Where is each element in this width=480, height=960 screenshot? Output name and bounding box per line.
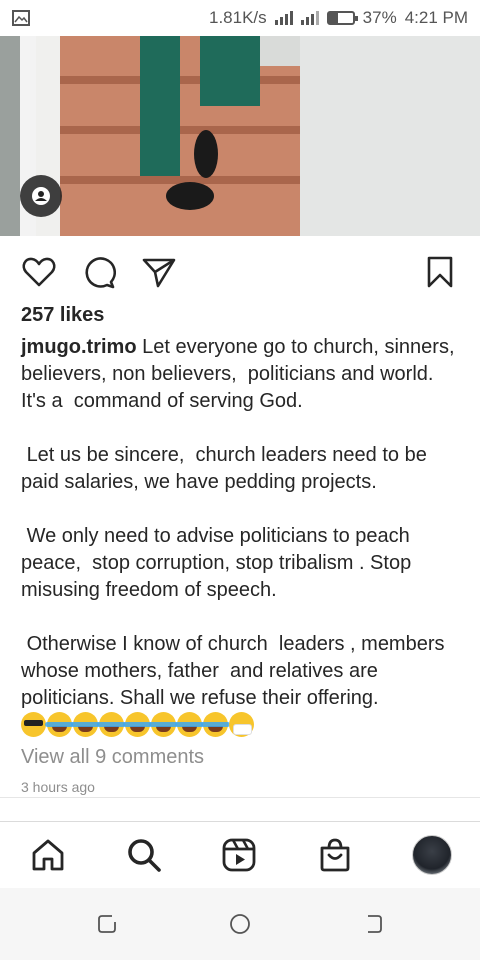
post-photo-image — [0, 36, 480, 236]
emoji-tears-icon — [175, 712, 204, 737]
caption-emojis — [21, 712, 254, 737]
post-timestamp: 3 hours ago — [21, 779, 95, 795]
signal-icon-2 — [300, 11, 319, 25]
reels-icon — [222, 838, 256, 872]
image-icon — [12, 10, 30, 26]
view-comments-link[interactable]: View all 9 comments — [21, 746, 204, 769]
status-bar: 1.81K/s 37% 4:21 PM — [0, 0, 480, 36]
back-button[interactable] — [361, 912, 385, 936]
battery-percent: 37% — [362, 8, 397, 27]
nav-shop[interactable] — [314, 834, 356, 876]
nav-search[interactable] — [123, 834, 165, 876]
emoji-sunglasses-icon — [21, 712, 46, 737]
heart-icon — [22, 257, 56, 287]
emoji-tears-icon — [201, 712, 230, 737]
comment-icon — [85, 257, 116, 289]
back-icon — [368, 915, 382, 933]
nav-reels[interactable] — [218, 834, 260, 876]
emoji-mask-icon — [229, 712, 254, 737]
person-icon — [32, 187, 50, 205]
circle-icon — [230, 914, 250, 934]
bookmark-icon — [427, 256, 453, 288]
save-button[interactable] — [422, 254, 458, 290]
clock: 4:21 PM — [404, 8, 468, 27]
network-speed: 1.81K/s — [209, 8, 267, 27]
recents-button[interactable] — [95, 912, 119, 936]
likes-count[interactable]: 257 likes — [21, 304, 104, 327]
emoji-tears-icon — [45, 712, 74, 737]
divider — [0, 797, 480, 798]
avatar — [412, 835, 452, 875]
recents-icon — [98, 915, 116, 933]
nav-profile[interactable] — [411, 834, 453, 876]
home-icon — [32, 839, 64, 871]
nav-home[interactable] — [27, 834, 69, 876]
post-photo[interactable] — [0, 36, 480, 236]
bottom-nav — [0, 822, 480, 888]
search-icon — [128, 839, 161, 872]
home-system-button[interactable] — [228, 912, 252, 936]
system-nav-bar — [0, 888, 480, 960]
share-button[interactable] — [141, 254, 177, 290]
tag-people-button[interactable] — [20, 175, 62, 217]
post-actions — [0, 250, 480, 292]
signal-icon — [274, 11, 293, 25]
caption-text: Let everyone go to church, sinners, beli… — [21, 336, 455, 709]
like-button[interactable] — [21, 254, 57, 290]
shop-icon — [320, 838, 350, 872]
emoji-tears-icon — [71, 712, 100, 737]
battery-icon — [326, 11, 358, 25]
post-caption: jmugo.trimo Let everyone go to church, s… — [21, 334, 461, 712]
send-icon — [142, 258, 176, 288]
emoji-tears-icon — [123, 712, 152, 737]
emoji-tears-icon — [97, 712, 126, 737]
comment-button[interactable] — [81, 254, 117, 290]
emoji-tears-icon — [149, 712, 178, 737]
caption-username[interactable]: jmugo.trimo — [21, 336, 137, 358]
